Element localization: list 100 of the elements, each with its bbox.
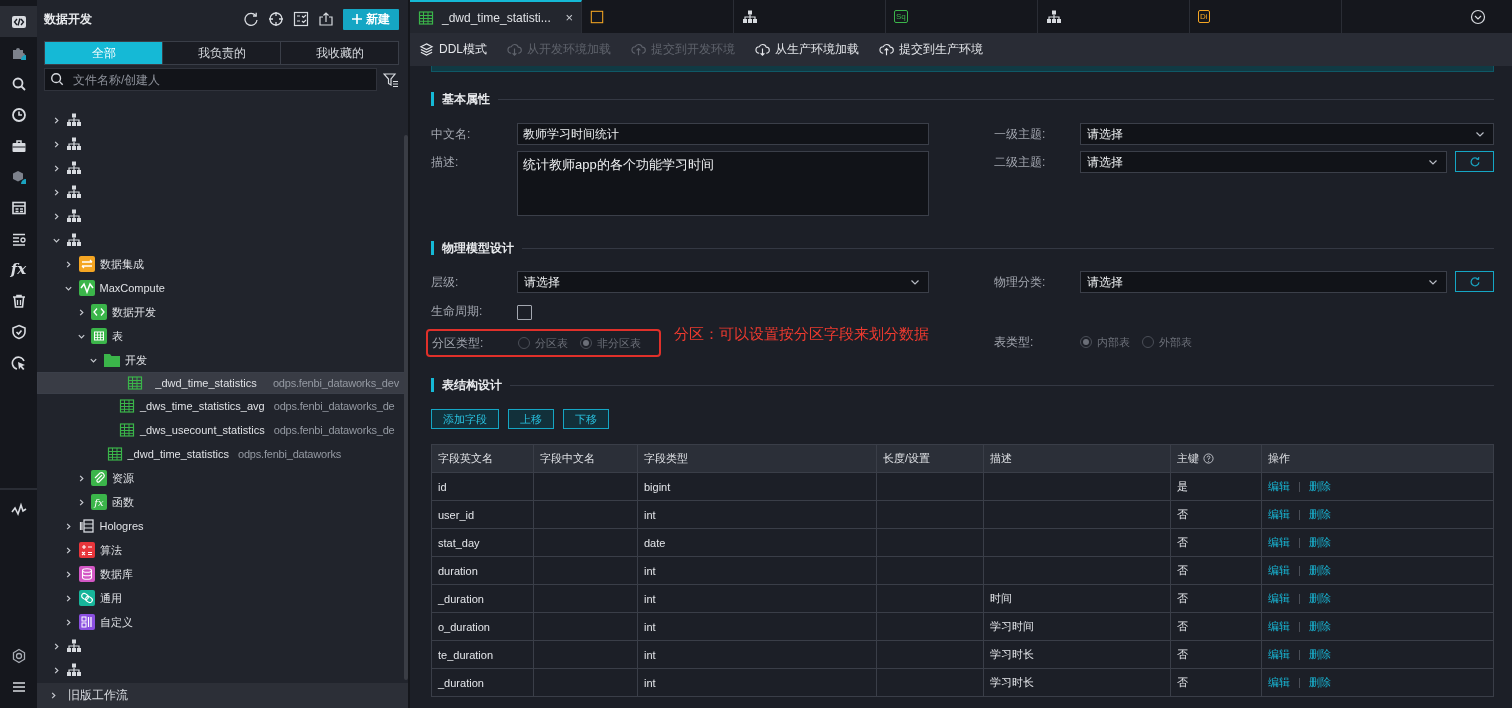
tree-item[interactable]: Hologres: [99, 520, 144, 532]
action-link[interactable]: 删除: [1309, 479, 1331, 494]
tree-item[interactable]: 数据开发: [112, 304, 156, 320]
chevron-right-icon[interactable]: [64, 545, 73, 555]
refresh-button[interactable]: [1455, 151, 1494, 172]
action-button[interactable]: 上移: [508, 409, 554, 429]
pulse-icon[interactable]: [10, 501, 27, 518]
function-icon[interactable]: fx: [10, 262, 27, 277]
editor-tab[interactable]: _dwd_time_statisti... ×: [410, 0, 582, 33]
filter-icon[interactable]: [383, 71, 399, 88]
tree-item[interactable]: 数据库: [99, 566, 133, 582]
select-field[interactable]: 请选择: [517, 271, 929, 293]
tree-item-path: odps.fenbi_dataworks: [238, 448, 341, 460]
close-button[interactable]: ×: [565, 10, 573, 25]
description-input[interactable]: 统计教师app的各个功能学习时间: [517, 151, 929, 216]
chevron-right-icon[interactable]: [64, 569, 73, 579]
tree-item[interactable]: _dws_usecount_statistics: [140, 424, 265, 436]
action-link[interactable]: 删除: [1309, 535, 1331, 550]
table-icon: [91, 328, 107, 344]
action-link[interactable]: 删除: [1309, 507, 1331, 522]
action-link[interactable]: 编辑: [1268, 647, 1290, 662]
chevron-down-icon[interactable]: [1470, 8, 1486, 25]
refresh-icon[interactable]: [243, 11, 259, 27]
action-link[interactable]: 编辑: [1268, 675, 1290, 690]
tree-item[interactable]: 开发: [124, 352, 147, 368]
cube-icon[interactable]: [10, 168, 27, 185]
action-button[interactable]: 添加字段: [431, 409, 499, 429]
action-link[interactable]: 编辑: [1268, 507, 1290, 522]
caret-icon: [1428, 277, 1438, 287]
chevron-right-icon[interactable]: [64, 259, 73, 269]
settings-icon[interactable]: [10, 647, 27, 664]
clock-icon[interactable]: [10, 106, 27, 123]
section-label[interactable]: 旧版工作流: [68, 687, 128, 704]
select-field[interactable]: 请选择: [1080, 271, 1447, 293]
chevron-right-icon[interactable]: [64, 593, 73, 603]
chevron-right-icon[interactable]: [64, 521, 73, 531]
action-link[interactable]: 删除: [1309, 591, 1331, 606]
action-link[interactable]: 编辑: [1268, 619, 1290, 634]
crosshair-icon[interactable]: [268, 11, 284, 27]
action-link[interactable]: 删除: [1309, 619, 1331, 634]
checklist-icon[interactable]: [293, 11, 309, 27]
folder-icon: [103, 352, 120, 368]
help-icon[interactable]: [1203, 453, 1214, 464]
select-field[interactable]: 请选择: [1080, 123, 1494, 145]
table-cell: 否: [1170, 556, 1262, 585]
shield-icon[interactable]: [10, 323, 27, 340]
cloud-download-icon: [755, 42, 770, 57]
refresh-button[interactable]: [1455, 271, 1494, 292]
tree-item[interactable]: _dwd_time_statistics: [127, 448, 229, 460]
select-field[interactable]: 请选择: [1080, 151, 1447, 173]
table-cell: o_duration: [431, 612, 534, 641]
table-cell: 是: [1170, 472, 1262, 501]
briefcase-icon[interactable]: [10, 137, 27, 154]
tree-item[interactable]: _dws_time_statistics_avg: [140, 400, 265, 412]
filter-tab[interactable]: 我收藏的: [280, 42, 398, 64]
action-link[interactable]: 编辑: [1268, 479, 1290, 494]
chevron-right-icon[interactable]: [64, 617, 73, 627]
action-link[interactable]: 编辑: [1268, 591, 1290, 606]
cursor-icon[interactable]: [10, 354, 27, 371]
name-input[interactable]: 教师学习时间统计: [517, 123, 929, 145]
action-link[interactable]: 删除: [1309, 563, 1331, 578]
action-link[interactable]: 编辑: [1268, 563, 1290, 578]
search-icon: [50, 72, 64, 86]
chevron-right-icon[interactable]: [49, 691, 58, 700]
cloud-upload-icon: [879, 42, 894, 57]
tree-item[interactable]: 函数: [112, 494, 134, 510]
code-icon[interactable]: [10, 13, 27, 30]
toolbar-button[interactable]: 从生产环境加载: [755, 41, 859, 58]
action-link[interactable]: 编辑: [1268, 535, 1290, 550]
table-icon: [106, 446, 123, 462]
checkbox[interactable]: [517, 305, 532, 320]
cloud-download-icon: [507, 42, 522, 57]
cloud-upload-icon: [631, 42, 646, 57]
table-cell: 否: [1170, 640, 1262, 669]
action-button[interactable]: 下移: [563, 409, 609, 429]
field-label: 一级主题:: [994, 126, 1047, 143]
import-icon[interactable]: [318, 11, 334, 27]
tree-item[interactable]: 资源: [112, 470, 134, 486]
tree-item[interactable]: 自定义: [99, 614, 133, 630]
search-icon[interactable]: [10, 75, 27, 92]
search-field[interactable]: 文件名称/创建人: [44, 68, 377, 91]
hierarchy-icon: [66, 638, 82, 654]
tree-item[interactable]: 算法: [99, 542, 122, 558]
tree-item[interactable]: _dwd_time_statistics: [155, 377, 257, 389]
trash-icon[interactable]: [10, 292, 27, 309]
field-label: 中文名:: [431, 126, 472, 143]
table-cell: user_id: [431, 500, 534, 529]
action-link[interactable]: 删除: [1309, 675, 1331, 690]
function-icon: fx: [91, 494, 107, 510]
action-link[interactable]: 删除: [1309, 647, 1331, 662]
toolbar-button[interactable]: 提交到生产环境: [879, 41, 983, 58]
tree-item[interactable]: 表: [112, 328, 123, 344]
filter-tab[interactable]: 我负责的: [162, 42, 280, 64]
toolbar-button[interactable]: DDL模式: [419, 41, 487, 58]
tree-item[interactable]: MaxCompute: [99, 282, 165, 294]
annotation-text: 分区：可以设置按分区字段来划分数据: [674, 324, 929, 344]
table-cell: stat_day: [431, 528, 534, 557]
table-icon[interactable]: [10, 199, 27, 216]
tree-item[interactable]: 数据集成: [99, 256, 144, 272]
tree-item[interactable]: 通用: [99, 590, 122, 606]
